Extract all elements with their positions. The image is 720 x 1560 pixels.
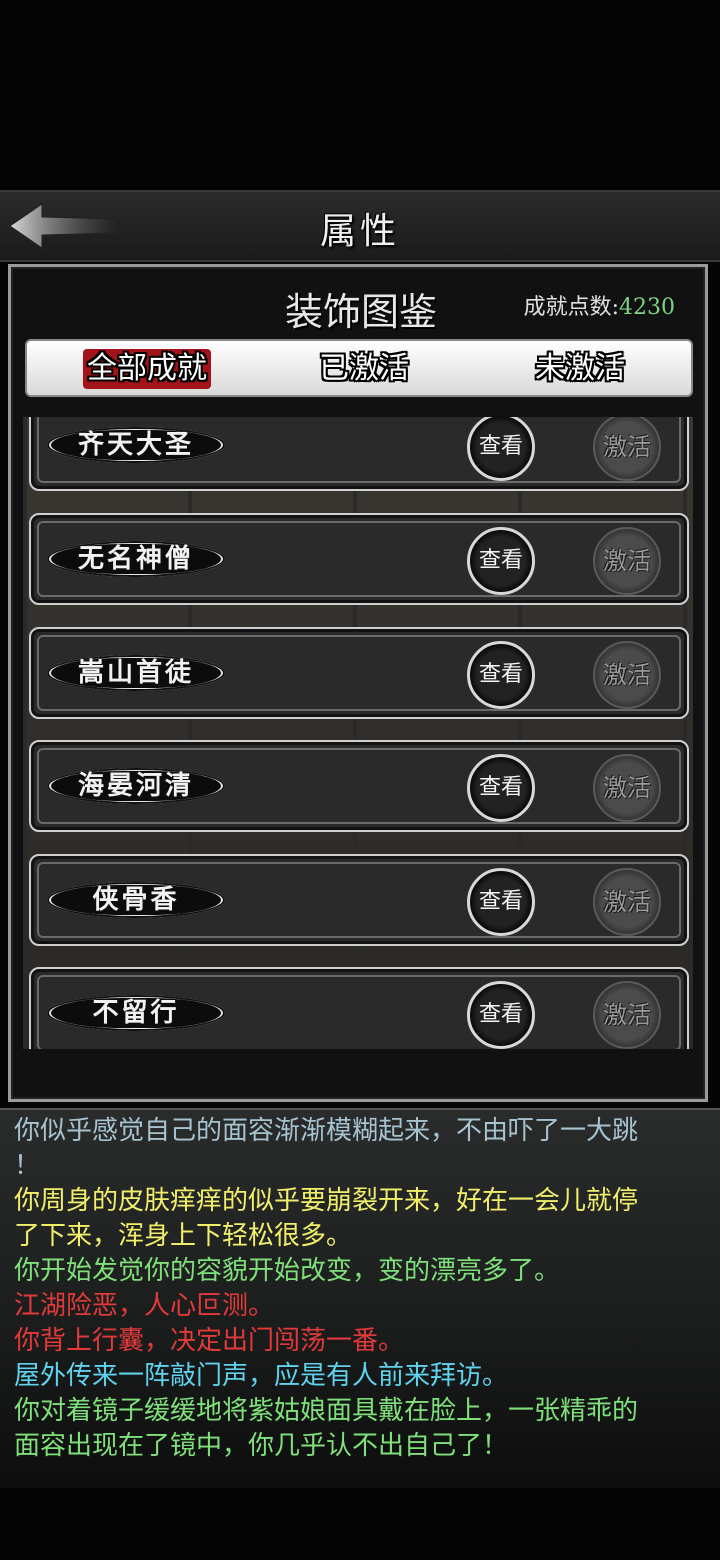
log-line: ！ bbox=[14, 1151, 41, 1181]
name-badge: 不留行 bbox=[47, 995, 225, 1031]
log-line: 你背上行囊，决定出门闯荡一番。 bbox=[14, 1326, 405, 1356]
activate-button[interactable]: 激活 bbox=[593, 527, 661, 595]
name-badge: 嵩山首徒 bbox=[47, 655, 225, 691]
activate-button[interactable]: 激活 bbox=[593, 981, 661, 1049]
list-item: 海晏河清 查看 激活 bbox=[29, 740, 689, 832]
tab-all[interactable]: 全部成就 bbox=[83, 349, 211, 389]
filter-tabs: 全部成就 已激活 未激活 bbox=[25, 339, 693, 397]
activate-button[interactable]: 激活 bbox=[593, 868, 661, 936]
log-line: 你对着镜子缓缓地将紫姑娘面具戴在脸上，一张精乖的 bbox=[14, 1396, 639, 1426]
header-bar: 属性 bbox=[0, 190, 720, 262]
activate-button[interactable]: 激活 bbox=[593, 641, 661, 709]
achievement-name: 海晏河清 bbox=[77, 771, 194, 801]
achievement-name: 无名神僧 bbox=[77, 544, 194, 574]
achievement-name: 侠骨香 bbox=[92, 885, 180, 915]
tab-not-activated[interactable]: 未激活 bbox=[531, 349, 629, 389]
achievement-name: 不留行 bbox=[92, 998, 180, 1028]
log-line: 屋外传来一阵敲门声，应是有人前来拜访。 bbox=[14, 1361, 509, 1391]
name-badge: 齐天大圣 bbox=[47, 427, 225, 463]
list-item: 嵩山首徒 查看 激活 bbox=[29, 627, 689, 719]
achievement-name: 嵩山首徒 bbox=[77, 658, 194, 688]
list-item: 侠骨香 查看 激活 bbox=[29, 854, 689, 946]
name-badge: 无名神僧 bbox=[47, 541, 225, 577]
collection-panel: 装饰图鉴 成就点数:4230 全部成就 已激活 未激活 齐天大圣 查看 激活 无… bbox=[8, 264, 708, 1102]
log-line: 你开始发觉你的容貌开始改变，变的漂亮多了。 bbox=[14, 1256, 561, 1286]
page-title: 属性 bbox=[319, 211, 400, 252]
view-button[interactable]: 查看 bbox=[467, 417, 535, 481]
list-item: 齐天大圣 查看 激活 bbox=[29, 417, 689, 491]
log-line: 你周身的皮肤痒痒的似乎要崩裂开来，好在一会儿就停 bbox=[14, 1186, 639, 1216]
achievement-points: 成就点数:4230 bbox=[524, 289, 675, 321]
name-badge: 侠骨香 bbox=[47, 882, 225, 918]
log-line: 面容出现在了镜中，你几乎认不出自己了！ bbox=[14, 1431, 509, 1461]
view-button[interactable]: 查看 bbox=[467, 754, 535, 822]
tab-activated[interactable]: 已激活 bbox=[315, 349, 413, 389]
score-label: 成就点数: bbox=[523, 295, 619, 320]
message-log: 你似乎感觉自己的面容渐渐模糊起来，不由吓了一大跳 ！ 你周身的皮肤痒痒的似乎要崩… bbox=[0, 1108, 720, 1490]
view-button[interactable]: 查看 bbox=[467, 868, 535, 936]
activate-button[interactable]: 激活 bbox=[593, 754, 661, 822]
achievement-list[interactable]: 齐天大圣 查看 激活 无名神僧 查看 激活 嵩山首徒 查看 激活 海晏河清 查看… bbox=[23, 417, 693, 1049]
view-button[interactable]: 查看 bbox=[467, 527, 535, 595]
log-line: 江湖险恶，人心叵测。 bbox=[14, 1291, 275, 1321]
list-item: 不留行 查看 激活 bbox=[29, 967, 689, 1049]
log-line: 了下来，浑身上下轻松很多。 bbox=[14, 1221, 353, 1251]
list-item: 无名神僧 查看 激活 bbox=[29, 513, 689, 605]
log-line: 你似乎感觉自己的面容渐渐模糊起来，不由吓了一大跳 bbox=[14, 1116, 639, 1146]
score-value: 4230 bbox=[619, 295, 675, 320]
view-button[interactable]: 查看 bbox=[467, 981, 535, 1049]
activate-button[interactable]: 激活 bbox=[593, 417, 661, 481]
name-badge: 海晏河清 bbox=[47, 768, 225, 804]
achievement-name: 齐天大圣 bbox=[77, 430, 194, 460]
view-button[interactable]: 查看 bbox=[467, 641, 535, 709]
bottom-area bbox=[0, 1488, 720, 1560]
